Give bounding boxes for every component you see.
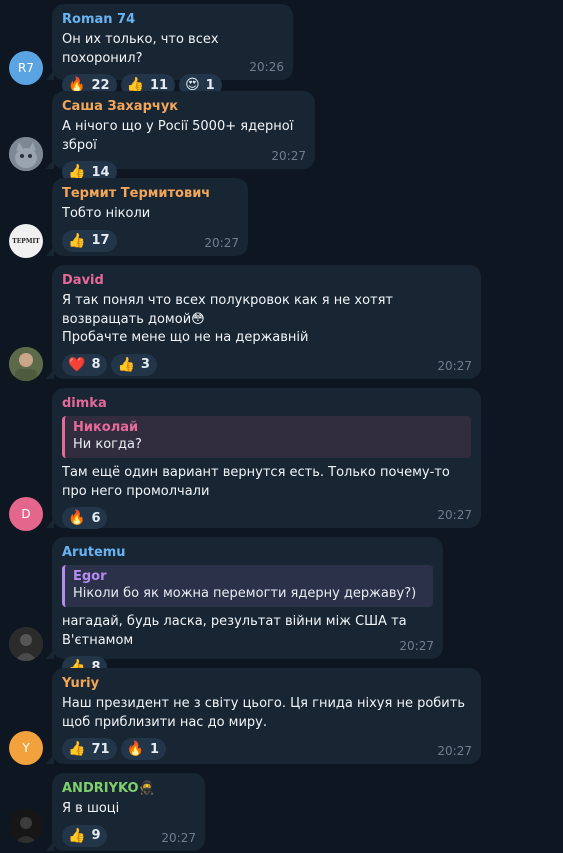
reaction-chip[interactable]: 🔥 6 (62, 507, 108, 529)
message-text: А нічого що у Росії 5000+ ядерної зброї (62, 119, 294, 153)
reaction-chip[interactable]: ❤️ 8 (62, 353, 108, 376)
reaction-count: 6 (91, 510, 101, 526)
message-time: 20:27 (204, 236, 239, 250)
reaction-count: 17 (91, 233, 110, 248)
sender-name[interactable]: Arutemu (62, 544, 433, 561)
message-text: Там ещё один вариант вернутся есть. Толь… (62, 465, 450, 499)
avatar[interactable]: D (9, 497, 43, 531)
reaction-chip[interactable]: 👍 3 (111, 353, 157, 376)
reactions: 👍 71 🔥 1 (62, 738, 471, 760)
message-time: 20:27 (437, 359, 472, 373)
reply-quote[interactable]: Egor Ніколи бо як можна перемогти ядерну… (62, 565, 433, 607)
sender-name[interactable]: David (62, 272, 471, 289)
message-bubble[interactable]: Саша Захарчук А нічого що у Росії 5000+ … (46, 91, 315, 183)
soldier-avatar-icon[interactable] (9, 347, 43, 381)
avatar-initials: D (21, 507, 31, 521)
dark-avatar-icon[interactable] (9, 809, 43, 843)
message-bubble[interactable]: Yuriy Наш президент не з світу цього. Ця… (46, 668, 481, 764)
sender-name[interactable]: dimka (62, 395, 471, 412)
message-bubble[interactable]: Arutemu Egor Ніколи бо як можна перемогт… (46, 537, 443, 678)
message-time: 20:26 (249, 60, 284, 74)
message-bubble[interactable]: Roman 74 Он их только, что всех похорони… (46, 4, 293, 96)
sender-name[interactable]: Yuriy (62, 675, 471, 692)
reply-text: Ни когда? (73, 437, 142, 452)
avatar-initials: Y (22, 741, 30, 755)
thumbs-up-icon: 👍 (117, 356, 135, 373)
avatar-initials: R7 (18, 61, 34, 75)
message-text: нагадай, будь ласка, результат війни між… (62, 614, 407, 648)
message-text: Тобто ніколи (62, 206, 151, 221)
reaction-count: 1 (149, 741, 160, 757)
reaction-chip[interactable]: 👍 17 (62, 229, 117, 252)
avatar[interactable]: R7 (9, 51, 43, 85)
message-bubble[interactable]: dimka Николай Ни когда? Там ещё один вар… (46, 388, 481, 529)
reaction-count: 9 (91, 828, 101, 843)
reactions: 🔥 6 (62, 507, 471, 529)
termit-logo-icon[interactable]: ТЕРМІТ (9, 224, 43, 258)
message-bubble[interactable]: ANDRIYKO🥷 Я в шоці 👍 9 20:27 (46, 773, 205, 851)
reaction-chip[interactable]: 👍 71 (62, 738, 117, 760)
sender-name[interactable]: ANDRIYKO🥷 (62, 780, 195, 797)
sender-name[interactable]: Саша Захарчук (62, 98, 305, 115)
reply-sender-name: Николай (73, 420, 139, 435)
message-time: 20:27 (437, 744, 472, 758)
dark-avatar-icon[interactable] (9, 627, 43, 661)
reaction-chip[interactable]: 👍 9 (62, 824, 108, 847)
thumbs-up-icon: 👍 (68, 164, 86, 180)
message-bubble[interactable]: Термит Термитович Тобто ніколи 👍 17 20:27 (46, 178, 248, 256)
thumbs-up-icon: 👍 (68, 232, 86, 249)
message-time: 20:27 (437, 508, 472, 522)
message-text-line: Пробачте мене що не на державній (62, 330, 309, 345)
avatar[interactable]: Y (9, 731, 43, 765)
reply-sender-name: Egor (73, 569, 107, 584)
reply-quote[interactable]: Николай Ни когда? (62, 416, 471, 458)
sender-name[interactable]: Roman 74 (62, 11, 283, 28)
heart-icon: ❤️ (68, 356, 86, 373)
fire-icon: 🔥 (68, 510, 86, 526)
message-text: Я в шоці (62, 801, 120, 816)
message-bubble[interactable]: David Я так понял что всех полукровок ка… (46, 265, 481, 379)
thumbs-up-icon: 👍 (126, 77, 144, 93)
reaction-count: 71 (91, 741, 110, 757)
cat-avatar-icon[interactable] (9, 137, 43, 171)
thumbs-up-icon: 👍 (68, 741, 86, 757)
message-time: 20:27 (161, 831, 196, 845)
message-text: Наш президент не з світу цього. Ця гнида… (62, 696, 465, 730)
avatar-logo-text: ТЕРМІТ (12, 237, 40, 245)
message-time: 20:27 (271, 149, 306, 163)
message-text: Я так понял что всех полукровок как я не… (62, 293, 393, 327)
reaction-count: 3 (140, 357, 150, 372)
heart-eyes-icon: 😍 (185, 77, 200, 93)
fire-icon: 🔥 (68, 77, 86, 93)
reactions: ❤️ 8 👍 3 (62, 353, 471, 376)
reaction-chip[interactable]: 🔥 1 (120, 738, 167, 760)
reaction-count: 8 (91, 357, 101, 372)
sender-name[interactable]: Термит Термитович (62, 185, 238, 202)
fire-icon: 🔥 (126, 741, 144, 757)
thumbs-up-icon: 👍 (68, 827, 86, 844)
message-time: 20:27 (399, 639, 434, 653)
reply-text: Ніколи бо як можна перемогти ядерну держ… (73, 586, 417, 601)
